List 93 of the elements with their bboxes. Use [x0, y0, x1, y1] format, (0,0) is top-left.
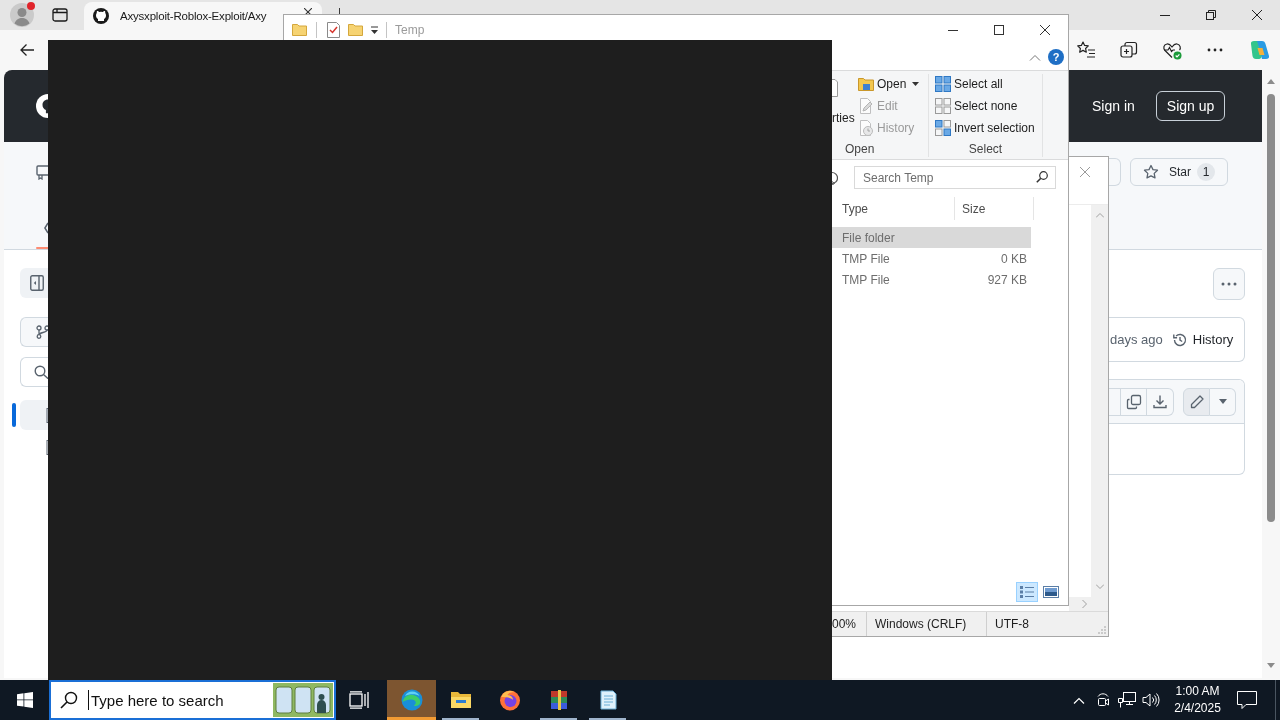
volume-icon[interactable] — [1142, 692, 1160, 708]
search-icon[interactable] — [1036, 171, 1048, 183]
select-all-button[interactable]: Select all — [935, 73, 1035, 95]
avatar-icon[interactable] — [10, 3, 34, 27]
illustration-icon — [273, 683, 333, 717]
type-cell-text: TMP File — [841, 272, 891, 287]
pencil-icon — [1188, 393, 1205, 410]
download-icon — [1152, 393, 1168, 410]
network-icon[interactable] — [1118, 692, 1136, 708]
clock-icon — [858, 120, 874, 136]
browser-tab[interactable]: Axysxploit-Roblox-Exploit/Axy — [84, 2, 322, 30]
size-cell-text: 927 KB — [986, 272, 1028, 287]
type-cell-text: File folder — [841, 230, 896, 245]
camera-icon[interactable] — [1095, 692, 1111, 708]
search-icon[interactable] — [60, 691, 78, 709]
picture-view-icon — [1043, 586, 1059, 598]
selection-bar — [12, 403, 16, 427]
scroll-up-icon[interactable] — [1267, 79, 1275, 84]
ribbon-button[interactable]: rties — [832, 111, 856, 125]
sidebar-icon — [30, 275, 44, 291]
group-label: Select — [967, 142, 1004, 158]
sign-up-button[interactable]: Sign up — [1155, 91, 1226, 121]
star-count: 1 — [1197, 163, 1215, 181]
star-icon — [1143, 164, 1159, 180]
fox-browser-icon — [497, 688, 522, 712]
branch-button[interactable] — [20, 317, 48, 347]
text-cursor-icon — [88, 690, 89, 710]
cat-logo-icon — [93, 8, 109, 24]
scrollbar-thumb[interactable] — [1267, 94, 1275, 522]
clock-date[interactable]: 2/4/2025 — [1174, 700, 1221, 717]
windows-logo-icon[interactable] — [16, 692, 33, 708]
copy-button[interactable] — [1121, 387, 1147, 416]
file-row[interactable]: TMP File 927 KB — [832, 269, 1031, 290]
caret-icon — [1218, 399, 1227, 404]
back-icon[interactable] — [19, 42, 35, 58]
maximize-icon[interactable] — [994, 24, 1004, 35]
tab-actions-icon[interactable] — [52, 7, 68, 23]
select-none-button[interactable]: Select none — [935, 95, 1035, 117]
chevron-up-icon[interactable] — [1073, 696, 1085, 704]
repo-icon — [36, 165, 48, 180]
window-title: Temp — [395, 22, 425, 37]
column-header[interactable]: Size — [955, 197, 1034, 220]
size-cell-text: 0 KB — [1000, 251, 1028, 266]
chat-bubble-icon[interactable] — [1237, 691, 1257, 709]
history-button[interactable]: History — [1171, 331, 1234, 348]
file-row[interactable]: TMP File 0 KB — [832, 248, 1031, 269]
pencil-icon — [858, 98, 874, 114]
invert-selection-button[interactable]: Invert selection — [935, 117, 1035, 139]
encoding: UTF-8 — [994, 616, 1029, 633]
heart-pulse-icon[interactable] — [1162, 40, 1182, 60]
search-icon — [34, 365, 49, 379]
app-logo-icon[interactable] — [1248, 39, 1270, 61]
branch-icon — [36, 325, 49, 339]
collections-icon[interactable] — [1119, 40, 1139, 60]
customize-caret-icon[interactable] — [371, 25, 378, 34]
grid-icon — [935, 76, 951, 92]
more-options-button[interactable] — [1210, 387, 1236, 416]
favorites-icon[interactable] — [1076, 40, 1096, 60]
history-icon — [1171, 331, 1188, 348]
edit-button[interactable] — [1183, 387, 1210, 416]
scrollbar[interactable] — [1069, 597, 1091, 611]
star-button[interactable]: Star 1 — [1130, 158, 1228, 186]
sidebar-toggle-button[interactable] — [20, 268, 48, 298]
file-row[interactable]: File folder — [832, 227, 1031, 248]
view-button[interactable] — [1016, 582, 1038, 602]
more-icon — [1221, 282, 1237, 286]
tab-underline — [36, 247, 48, 249]
line-ending: Windows (CRLF) — [867, 612, 987, 636]
grid-icon — [935, 98, 951, 114]
type-cell-text: TMP File — [841, 251, 891, 266]
help-button[interactable]: ? — [1048, 49, 1064, 65]
clock-time[interactable]: 1:00 AM — [1175, 683, 1220, 700]
task-view-icon[interactable] — [349, 691, 369, 709]
properties-icon[interactable] — [327, 21, 340, 38]
scroll-down-icon[interactable] — [1267, 663, 1275, 668]
download-button[interactable] — [1147, 387, 1174, 416]
grid-icon — [935, 120, 951, 136]
notification-dot-icon — [27, 2, 35, 10]
close-icon[interactable] — [1040, 24, 1050, 35]
code-icon[interactable] — [44, 222, 48, 234]
close-icon[interactable] — [1252, 10, 1262, 20]
folder-icon — [858, 76, 874, 92]
copy-icon — [1125, 393, 1142, 410]
open-button[interactable]: Open — [858, 73, 920, 95]
commit-age: days ago — [1110, 332, 1163, 347]
details-view-icon — [1019, 585, 1035, 599]
resize-grip-icon[interactable] — [1098, 626, 1106, 634]
refresh-icon[interactable] — [832, 170, 838, 185]
document-icon[interactable] — [832, 79, 838, 97]
restore-icon[interactable] — [1206, 10, 1216, 20]
group-label: Open — [844, 142, 876, 158]
browser-icon — [399, 688, 424, 712]
sign-in-link[interactable]: Sign in — [1092, 98, 1135, 114]
